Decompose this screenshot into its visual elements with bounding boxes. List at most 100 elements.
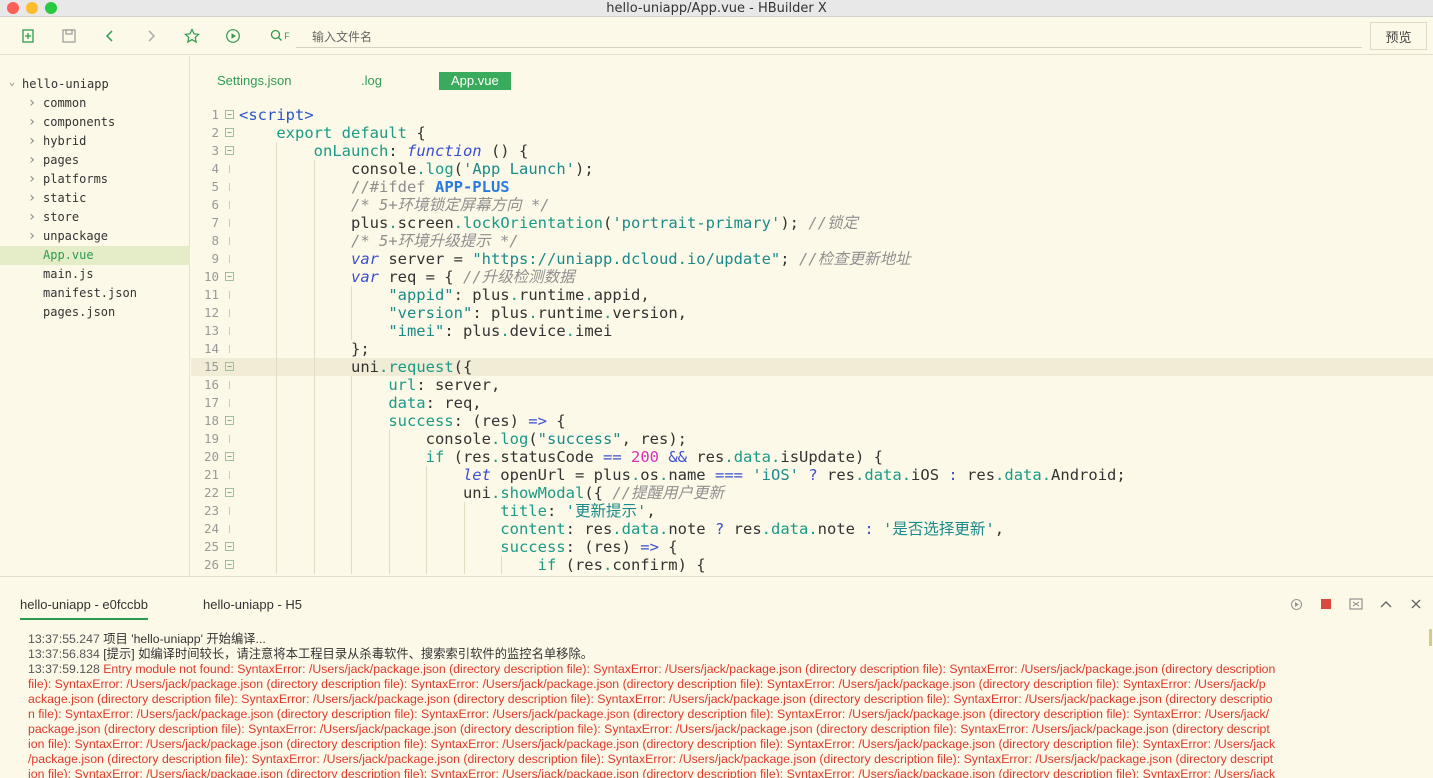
tree-item-unpackage[interactable]: › unpackage: [0, 227, 190, 246]
code-line[interactable]: 4 console.log('App Launch');: [191, 160, 1433, 178]
code-line[interactable]: 11 "appid": plus.runtime.appid,: [191, 286, 1433, 304]
fold-toggle-icon[interactable]: −: [225, 272, 234, 281]
code-text: <script>: [239, 106, 314, 124]
restart-icon[interactable]: [1289, 597, 1303, 611]
clear-console-icon[interactable]: [1349, 597, 1363, 611]
preview-button[interactable]: 预览: [1370, 22, 1427, 50]
tree-item-manifest-json[interactable]: manifest.json: [0, 284, 190, 303]
code-line[interactable]: 16 url: server,: [191, 376, 1433, 394]
close-icon[interactable]: [1409, 597, 1423, 611]
tree-root[interactable]: ⌄ hello-uniapp: [0, 75, 190, 94]
console-tab-e0fccbb[interactable]: hello-uniapp - e0fccbb: [20, 597, 148, 620]
code-line[interactable]: 17 data: req,: [191, 394, 1433, 412]
tree-item-pages[interactable]: › pages: [0, 151, 190, 170]
code-line[interactable]: 9 var server = "https://uniapp.dcloud.io…: [191, 250, 1433, 268]
code-line[interactable]: 26− if (res.confirm) {: [191, 556, 1433, 574]
log-line: 13:37:59.128 Entry module not found: Syn…: [28, 662, 1424, 677]
tree-item-app-vue[interactable]: App.vue: [0, 246, 190, 265]
chevron-right-icon[interactable]: ›: [27, 189, 37, 208]
new-file-icon[interactable]: [18, 26, 38, 46]
fold-guide: [229, 471, 230, 479]
tree-item-platforms[interactable]: › platforms: [0, 170, 190, 189]
code-line[interactable]: 2− export default {: [191, 124, 1433, 142]
code-line[interactable]: 25− success: (res) => {: [191, 538, 1433, 556]
code-line[interactable]: 15− uni.request({: [191, 358, 1433, 376]
fold-guide: [229, 183, 230, 191]
code-line[interactable]: 18− success: (res) => {: [191, 412, 1433, 430]
console-scrollbar[interactable]: [1429, 629, 1432, 646]
code-text: export default {: [276, 124, 426, 142]
code-line[interactable]: 5 //#ifdef APP-PLUS: [191, 178, 1433, 196]
fold-toggle-icon[interactable]: −: [225, 488, 234, 497]
toolbar: F 预览: [0, 17, 1433, 55]
chevron-up-icon[interactable]: [1379, 597, 1393, 611]
code-line[interactable]: 8 /* 5+环境升级提示 */: [191, 232, 1433, 250]
fold-toggle-icon[interactable]: −: [225, 560, 234, 569]
code-text: "appid": plus.runtime.appid,: [388, 286, 650, 304]
code-line[interactable]: 20− if (res.statusCode == 200 && res.dat…: [191, 448, 1433, 466]
project-explorer: ⌄ hello-uniapp › common › components › hybrid › p…: [0, 56, 190, 576]
code-area[interactable]: 1− <script> 2− export default {3− onLaunch…: [191, 106, 1433, 576]
back-icon[interactable]: [100, 26, 120, 46]
chevron-right-icon[interactable]: ›: [27, 208, 37, 227]
tree-item-main-js[interactable]: main.js: [0, 265, 190, 284]
fold-toggle-icon[interactable]: −: [225, 146, 234, 155]
tree-item-common[interactable]: › common: [0, 94, 190, 113]
code-line[interactable]: 21 let openUrl = plus.os.name === 'iOS' …: [191, 466, 1433, 484]
code-line[interactable]: 22− uni.showModal({ //提醒用户更新: [191, 484, 1433, 502]
fold-toggle-icon[interactable]: −: [225, 110, 234, 119]
fold-toggle-icon[interactable]: −: [225, 452, 234, 461]
code-line[interactable]: 7 plus.screen.lockOrientation('portrait-…: [191, 214, 1433, 232]
code-text: success: (res) => {: [388, 412, 566, 430]
stop-icon[interactable]: [1319, 597, 1333, 611]
code-text: success: (res) => {: [500, 538, 678, 556]
file-name-input[interactable]: [296, 26, 1362, 48]
chevron-right-icon[interactable]: ›: [27, 94, 37, 113]
tab-settings-json[interactable]: Settings.json: [217, 72, 291, 90]
chevron-right-icon[interactable]: ›: [27, 227, 37, 246]
code-line[interactable]: 10− var req = { //升级检测数据: [191, 268, 1433, 286]
fold-guide: [229, 525, 230, 533]
run-icon[interactable]: [223, 26, 243, 46]
tree-item-label: common: [43, 96, 87, 110]
code-line[interactable]: 14 };: [191, 340, 1433, 358]
fold-toggle-icon[interactable]: −: [225, 128, 234, 137]
code-line[interactable]: 1− <script>: [191, 106, 1433, 124]
console-tab-h5[interactable]: hello-uniapp - H5: [203, 597, 302, 612]
line-number: 13: [203, 323, 219, 338]
forward-icon[interactable]: [141, 26, 161, 46]
save-icon[interactable]: [59, 26, 79, 46]
star-icon[interactable]: [182, 26, 202, 46]
tree-item-store[interactable]: › store: [0, 208, 190, 227]
code-line[interactable]: 6 /* 5+环境锁定屏幕方向 */: [191, 196, 1433, 214]
chevron-down-icon[interactable]: ⌄: [7, 72, 17, 91]
code-line[interactable]: 3− onLaunch: function () {: [191, 142, 1433, 160]
fold-guide: [229, 345, 230, 353]
code-line[interactable]: 19 console.log("success", res);: [191, 430, 1433, 448]
chevron-right-icon[interactable]: ›: [27, 113, 37, 132]
fold-guide: [229, 255, 230, 263]
tree-item-static[interactable]: › static: [0, 189, 190, 208]
code-line[interactable]: 12 "version": plus.runtime.version,: [191, 304, 1433, 322]
tree-item-pages-json[interactable]: pages.json: [0, 303, 190, 322]
code-text: let openUrl = plus.os.name === 'iOS' ? r…: [462, 466, 1126, 484]
tab--log[interactable]: .log: [361, 72, 382, 90]
tree-item-hybrid[interactable]: › hybrid: [0, 132, 190, 151]
line-number: 12: [203, 305, 219, 320]
tab-app-vue[interactable]: App.vue: [439, 72, 511, 90]
code-line[interactable]: 24 content: res.data.note ? res.data.not…: [191, 520, 1433, 538]
chevron-right-icon[interactable]: ›: [27, 151, 37, 170]
code-line[interactable]: 23 title: '更新提示',: [191, 502, 1433, 520]
tree-item-label: pages: [43, 153, 80, 167]
code-text: title: '更新提示',: [500, 502, 656, 520]
tree-item-components[interactable]: › components: [0, 113, 190, 132]
line-number: 21: [203, 467, 219, 482]
fold-toggle-icon[interactable]: −: [225, 416, 234, 425]
fold-toggle-icon[interactable]: −: [225, 362, 234, 371]
chevron-right-icon[interactable]: ›: [27, 132, 37, 151]
code-line[interactable]: 13 "imei": plus.device.imei: [191, 322, 1433, 340]
fold-toggle-icon[interactable]: −: [225, 542, 234, 551]
code-editor[interactable]: Settings.json .log App.vue 1− <script> 2− ex…: [191, 56, 1433, 576]
file-search-icon: F: [268, 26, 292, 46]
chevron-right-icon[interactable]: ›: [27, 170, 37, 189]
